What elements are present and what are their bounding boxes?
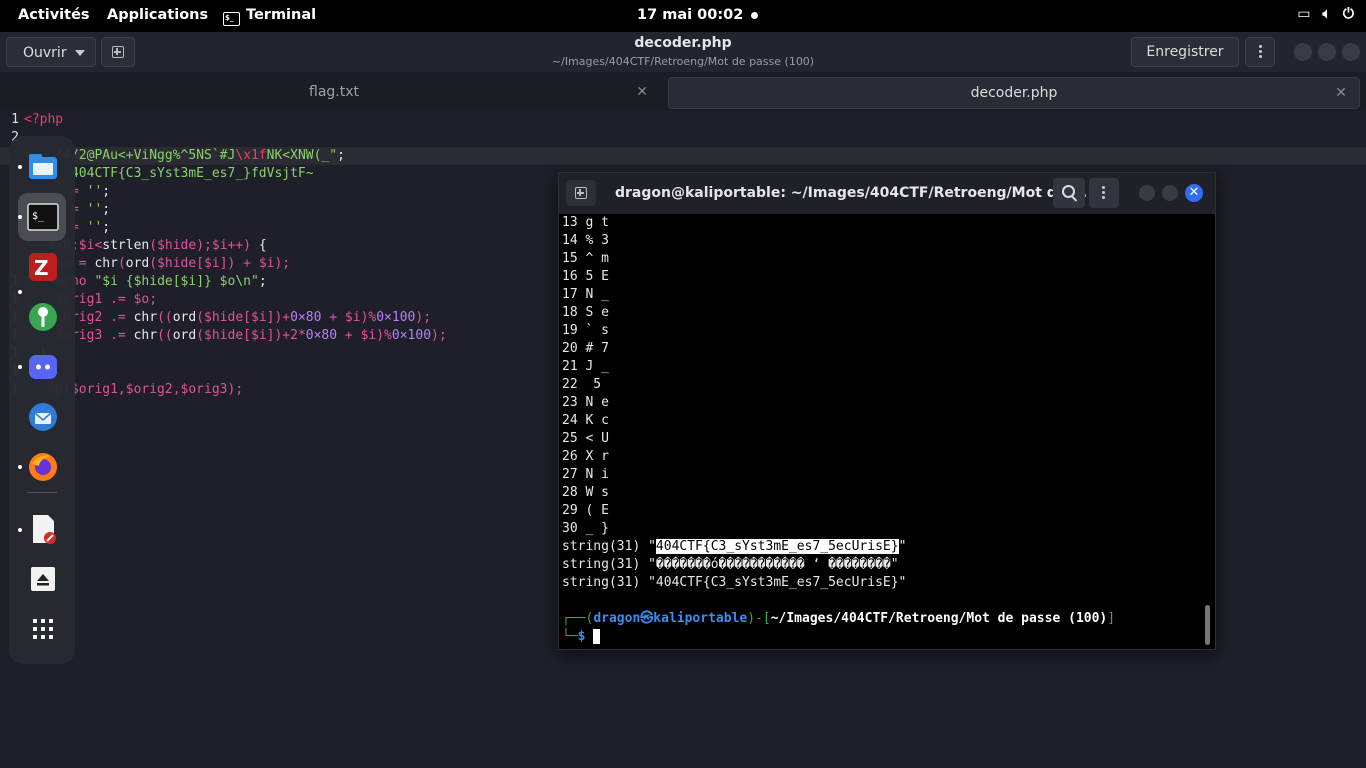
close-button[interactable]: [1342, 43, 1360, 61]
output-row: 28 W s: [562, 485, 609, 500]
output-row: 26 X r: [562, 449, 609, 464]
output-row: 20 # 7: [562, 341, 609, 356]
output-row: 13 g t: [562, 215, 609, 230]
app-menu-terminal[interactable]: $_ Terminal: [223, 7, 317, 26]
terminal-headerbar: dragon@kaliportable: ~/Images/404CTF/Ret…: [559, 173, 1215, 214]
running-indicator: [18, 465, 22, 469]
firefox-icon[interactable]: [26, 450, 60, 484]
tab-label: flag.txt: [309, 84, 359, 100]
kebab-menu-icon: [1259, 45, 1262, 48]
discord-icon[interactable]: [26, 350, 60, 384]
input-line[interactable]: └─$: [562, 628, 601, 646]
code-line: 1 <?php: [0, 111, 1366, 129]
tab-label: decoder.php: [970, 85, 1058, 101]
kebab-menu-icon: [1102, 186, 1105, 189]
top-bar: Activités Applications $_ Terminal 17 mai…: [0, 0, 1366, 32]
dump-line-2: string(31) "�������ó����������� ‘ ������…: [562, 557, 899, 572]
output-row: 30 _ }: [562, 521, 609, 536]
menu-button[interactable]: [1245, 37, 1275, 67]
output-row: 22 5: [562, 377, 602, 392]
thunderbird-icon[interactable]: [26, 400, 60, 434]
terminal-icon[interactable]: $_: [26, 200, 60, 234]
dock-separator: [27, 492, 57, 493]
code-line: 2: [0, 129, 1366, 147]
dump-line-3: string(31) "404CTF{C3_sYst3mE_es7_5ecUri…: [562, 575, 907, 590]
minimize-button[interactable]: [1294, 43, 1312, 61]
show-apps-icon[interactable]: [26, 612, 60, 646]
output-row: 24 K c: [562, 413, 609, 428]
selected-flag[interactable]: 404CTF{C3_sYst3mE_es7_5ecUrisE}: [655, 539, 899, 554]
clock[interactable]: 17 mai 00:02: [637, 7, 743, 23]
terminal-title: dragon@kaliportable: ~/Images/404CTF/Ret…: [615, 185, 1088, 201]
close-icon[interactable]: ✕: [1335, 78, 1347, 108]
files-icon[interactable]: [26, 150, 60, 184]
minimize-button[interactable]: [1139, 185, 1155, 201]
output-row: 27 N i: [562, 467, 609, 482]
terminal-output[interactable]: 13 g t 14 % 3 15 ^ m 16 5 E 17 N _ 18 S e 19 `…: [562, 214, 1202, 647]
maximize-button[interactable]: [1318, 43, 1336, 61]
close-icon[interactable]: ✕: [636, 77, 648, 107]
close-button[interactable]: ✕: [1185, 184, 1203, 202]
output-row: 29 ( E: [562, 503, 609, 518]
text-editor-icon[interactable]: [26, 512, 60, 546]
output-row: 17 N _: [562, 287, 609, 302]
terminal-icon: $_: [223, 12, 240, 26]
power-icon[interactable]: ⏻: [1343, 6, 1354, 22]
text-cursor: [593, 629, 601, 644]
tab-bar: flag.txt ✕ decoder.php ✕: [0, 73, 1366, 111]
output-row: 19 ` s: [562, 323, 609, 338]
maximize-button[interactable]: [1162, 185, 1178, 201]
dump-line-1: string(31) "404CTF{C3_sYst3mE_es7_5ecUri…: [562, 539, 907, 554]
notification-dot: [751, 12, 758, 19]
search-icon: [1062, 185, 1075, 198]
app-name: Terminal: [246, 7, 317, 23]
applications-menu[interactable]: Applications: [107, 7, 208, 23]
new-tab-icon: [575, 187, 587, 199]
tab-flag-txt[interactable]: flag.txt ✕: [8, 77, 660, 107]
scrollbar[interactable]: [1205, 605, 1210, 645]
keepass-icon[interactable]: [26, 300, 60, 334]
running-indicator: [18, 365, 22, 369]
editor-headerbar: Ouvrir decoder.php ~/Images/404CTF/Retro…: [0, 32, 1366, 73]
media-eject-icon[interactable]: [26, 562, 60, 596]
output-row: 21 J _: [562, 359, 609, 374]
terminal-window[interactable]: dragon@kaliportable: ~/Images/404CTF/Ret…: [558, 172, 1216, 650]
menu-button[interactable]: [1089, 178, 1119, 208]
running-indicator: [18, 215, 22, 219]
code-text: $orig2 .= chr((ord($hide[$i])+0×80 + $i)…: [24, 310, 432, 325]
output-row: 16 5 E: [562, 269, 609, 284]
system-tray[interactable]: ▭ 🔈︎ ⏻: [1297, 6, 1354, 22]
dock: $_ Z: [9, 136, 75, 664]
output-row: 25 < U: [562, 431, 609, 446]
new-tab-button[interactable]: [566, 180, 596, 206]
output-row: 14 % 3: [562, 233, 609, 248]
svg-text:Z: Z: [34, 256, 49, 280]
output-row: 23 N e: [562, 395, 609, 410]
running-indicator: [18, 165, 22, 169]
output-row: 15 ^ m: [562, 251, 609, 266]
filezilla-icon[interactable]: Z: [26, 250, 60, 284]
output-row: 18 S e: [562, 305, 609, 320]
tab-decoder-php[interactable]: decoder.php ✕: [668, 77, 1360, 109]
save-button[interactable]: Enregistrer: [1131, 37, 1239, 67]
running-indicator: [18, 528, 22, 532]
activities-button[interactable]: Activités: [18, 7, 90, 23]
running-indicator: [18, 290, 22, 294]
keyboard-icon[interactable]: ▭: [1297, 6, 1310, 22]
code-text: <?php: [24, 112, 64, 127]
line-number: 1: [11, 112, 19, 127]
volume-icon[interactable]: 🔈︎: [1323, 6, 1331, 22]
search-button[interactable]: [1053, 178, 1085, 208]
code-line: = "4/2@PAu<+ViNgg%^5NS`#J\x1fNK<XNW(_";: [0, 147, 1366, 165]
code-text: $orig3 .= chr((ord($hide[$i])+2*0×80 + $…: [24, 328, 447, 343]
svg-text:$_: $_: [32, 211, 45, 222]
prompt-line: ┌──(dragon㉿kaliportable)-[~/Images/404CT…: [562, 611, 1116, 626]
